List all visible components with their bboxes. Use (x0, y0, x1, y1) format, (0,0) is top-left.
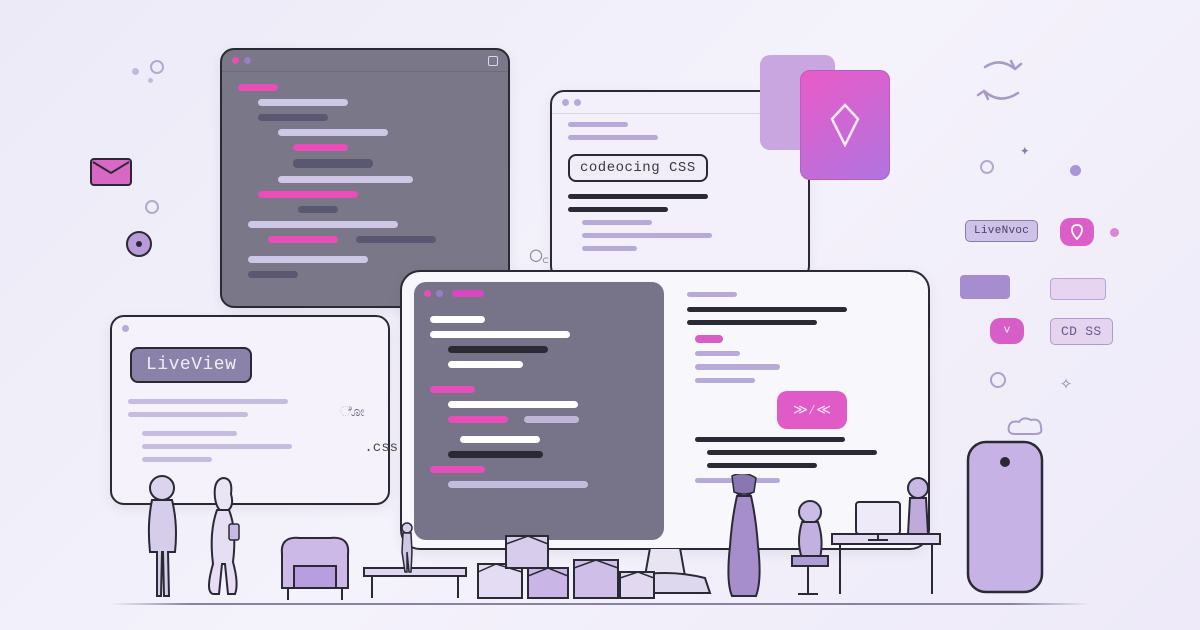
gradient-card-front (800, 70, 890, 180)
window-dot (562, 99, 569, 106)
deco-circle (1110, 228, 1119, 237)
boxes (470, 516, 660, 606)
dropdown-tag: ˅ (990, 318, 1024, 344)
code-snippet-card: ≫⁄≪ (777, 391, 847, 429)
code-brackets-icon: ≫⁄≪ (793, 402, 831, 419)
monitor-left-pane (414, 282, 664, 540)
code-content (222, 72, 508, 298)
deco-circle (150, 60, 164, 74)
deco-circle (1070, 165, 1081, 176)
device-large (960, 434, 1050, 604)
refresh-icon (970, 55, 1030, 110)
window-dot (436, 290, 443, 297)
content: ≫⁄≪ (677, 286, 917, 497)
deco-circle (980, 160, 994, 174)
window-dot (244, 57, 251, 64)
liveview-small-tag: LiveNvoc (965, 220, 1038, 242)
clock-icon (125, 230, 153, 258)
person-small (395, 522, 419, 576)
deco-glyph: ◯꜀ (530, 240, 549, 268)
tab-indicator (452, 290, 484, 297)
desk-scene (780, 474, 950, 604)
ground-line (110, 603, 1090, 605)
diamond-icon (828, 103, 862, 147)
css-label: .css (364, 440, 398, 456)
liveview-label: LiveView (130, 347, 252, 383)
window-control (488, 56, 498, 66)
pin-icon (1070, 224, 1084, 240)
deco-circle (132, 68, 139, 75)
pin-tag (1060, 218, 1094, 246)
empty-tag (960, 275, 1010, 299)
sparkle-icon: ✦ (1020, 140, 1030, 160)
window-dot (574, 99, 581, 106)
person-standing (135, 474, 190, 604)
codeocing-css-label: codeocing CSS (568, 154, 708, 182)
person-long-dress (720, 474, 770, 604)
code-window-top-left (220, 48, 510, 308)
sparkle-icon: ✧ (1060, 370, 1072, 396)
window-dot (232, 57, 239, 64)
butterfly-icon: ೋ (340, 405, 365, 421)
deco-circle (148, 78, 153, 83)
deco-circle (145, 200, 159, 214)
mail-icon (90, 158, 132, 186)
person-with-phone (195, 474, 250, 604)
armchair (270, 532, 360, 604)
deco-circle (990, 372, 1006, 388)
code-content (414, 304, 664, 508)
window-dot (424, 290, 431, 297)
window-dot (122, 325, 129, 332)
empty-tag (1050, 278, 1106, 300)
cdss-tag: CD SS (1050, 318, 1113, 345)
